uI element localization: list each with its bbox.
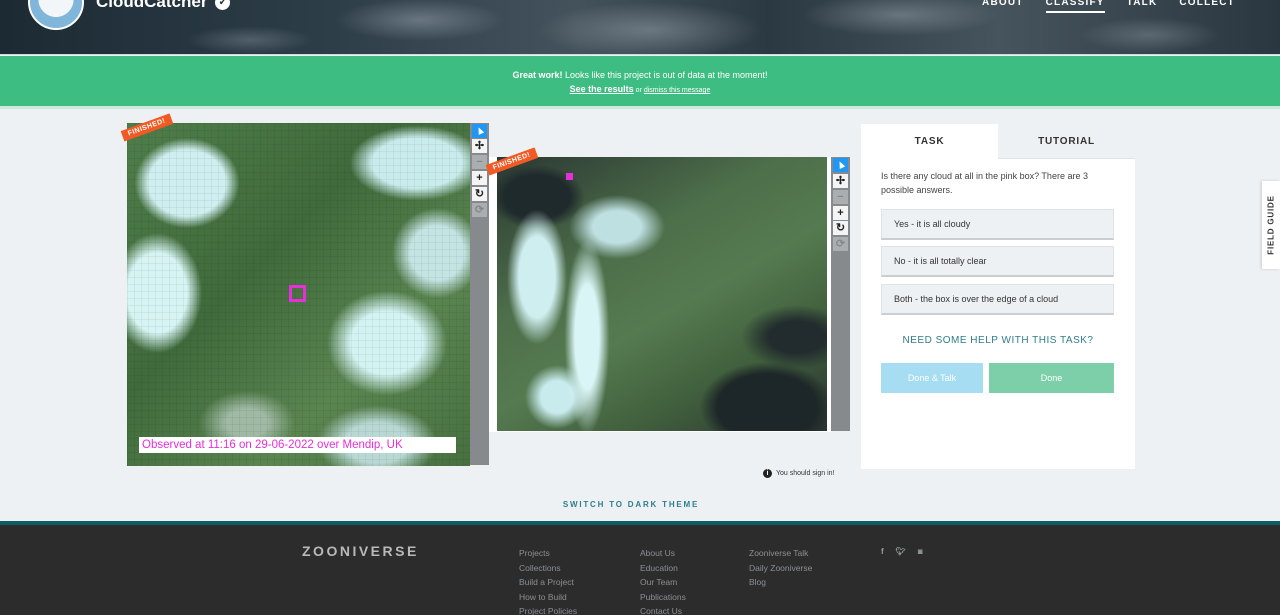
footer-column-about: About Us Education Our Team Publications…	[640, 546, 686, 615]
subject-image-wide[interactable]	[497, 157, 827, 431]
check-circle-icon: ✓	[215, 0, 231, 10]
footer-link[interactable]: Publications	[640, 590, 686, 605]
project-nav: ABOUT CLASSIFY TALK COLLECT	[982, 0, 1235, 13]
field-guide-tab[interactable]: FIELD GUIDE	[1262, 181, 1280, 269]
banner-divider	[0, 106, 1280, 109]
nav-classify[interactable]: CLASSIFY	[1045, 0, 1105, 13]
observation-caption: Observed at 11:16 on 29-06-2022 over Men…	[139, 437, 456, 453]
switch-theme-button[interactable]: SWITCH TO DARK THEME	[0, 500, 1262, 509]
footer-link[interactable]: Our Team	[640, 575, 686, 590]
twitter-icon[interactable]: 🐦︎	[896, 547, 906, 556]
move-icon[interactable]: ✢	[833, 174, 848, 188]
reset-icon[interactable]: ⟳	[833, 237, 848, 251]
subject-toolbar-2: ✢ − + ↻ ⟳	[831, 157, 850, 431]
answer-edge-of-cloud[interactable]: Both - the box is over the edge of a clo…	[881, 284, 1114, 315]
zoom-in-icon[interactable]: +	[833, 206, 848, 220]
out-of-data-banner: Great work! Looks like this project is o…	[0, 56, 1280, 106]
footer-link[interactable]: Contact Us	[640, 604, 686, 615]
nav-collect[interactable]: COLLECT	[1179, 0, 1235, 13]
pink-target-box	[289, 285, 306, 302]
switch-theme-label: SWITCH TO DARK THEME	[562, 500, 700, 509]
project-title[interactable]: CloudCatcher ✓	[96, 0, 231, 12]
nav-talk[interactable]: TALK	[1127, 0, 1158, 13]
info-icon: i	[763, 469, 772, 478]
rotate-icon[interactable]: ↻	[472, 187, 487, 201]
footer-link[interactable]: Build a Project	[519, 575, 577, 590]
footer-link[interactable]: Zooniverse Talk	[749, 546, 812, 561]
footer-link[interactable]: Daily Zooniverse	[749, 561, 812, 576]
task-help-link[interactable]: NEED SOME HELP WITH THIS TASK?	[861, 335, 1135, 346]
tab-tutorial[interactable]: TUTORIAL	[998, 124, 1135, 159]
done-and-talk-button[interactable]: Done & Talk	[881, 363, 983, 393]
reset-icon[interactable]: ⟳	[472, 203, 487, 217]
dismiss-message-link[interactable]: dismiss this message	[644, 87, 711, 94]
pointer-icon[interactable]	[472, 124, 487, 138]
subject-toolbar-1: ✢ − + ↻ ⟳	[470, 123, 489, 465]
footer-link[interactable]: About Us	[640, 546, 686, 561]
banner-text: Looks like this project is out of data a…	[562, 70, 768, 80]
facebook-icon[interactable]: f	[881, 547, 884, 556]
done-button[interactable]: Done	[989, 363, 1114, 393]
project-header: CloudCatcher ✓ ABOUT CLASSIFY TALK COLLE…	[0, 0, 1280, 55]
field-guide-label: FIELD GUIDE	[1266, 195, 1276, 255]
nav-about[interactable]: ABOUT	[982, 0, 1024, 13]
see-results-link[interactable]: See the results	[570, 84, 634, 94]
footer-link[interactable]: Education	[640, 561, 686, 576]
pointer-icon[interactable]	[833, 158, 848, 172]
task-tabs: TASK TUTORIAL	[861, 124, 1135, 159]
rotate-icon[interactable]: ↻	[833, 221, 848, 235]
zooniverse-logo[interactable]: ZOONIVERSE	[302, 543, 419, 559]
zoom-out-icon[interactable]: −	[472, 155, 487, 169]
footer-column-projects: Projects Collections Build a Project How…	[519, 546, 577, 615]
sign-in-text: You should sign in!	[776, 470, 835, 477]
zoom-out-icon[interactable]: −	[833, 190, 848, 204]
move-icon[interactable]: ✢	[472, 139, 487, 153]
task-question: Is there any cloud at all in the pink bo…	[881, 171, 1088, 195]
footer-link[interactable]: How to Build	[519, 590, 577, 605]
task-panel: TASK TUTORIAL Is there any cloud at all …	[861, 124, 1135, 469]
footer-link[interactable]: Projects	[519, 546, 577, 561]
banner-message: Great work! Looks like this project is o…	[0, 68, 1280, 82]
project-title-text: CloudCatcher	[96, 0, 208, 11]
social-links: f 🐦︎ ◙	[881, 547, 923, 556]
answer-all-clear[interactable]: No - it is all totally clear	[881, 246, 1114, 277]
banner-links: See the results or dismiss this message	[0, 82, 1280, 98]
zoom-in-icon[interactable]: +	[472, 171, 487, 185]
footer-link[interactable]: Blog	[749, 575, 812, 590]
site-footer: ZOONIVERSE Projects Collections Build a …	[0, 525, 1280, 615]
footer-link[interactable]: Collections	[519, 561, 577, 576]
footer-link[interactable]: Project Policies	[519, 604, 577, 615]
pink-target-marker	[566, 173, 573, 180]
tab-task[interactable]: TASK	[861, 124, 998, 159]
answer-all-cloudy[interactable]: Yes - it is all cloudy	[881, 209, 1114, 240]
sign-in-notice: i You should sign in!	[763, 469, 835, 478]
footer-column-talk: Zooniverse Talk Daily Zooniverse Blog	[749, 546, 812, 590]
banner-or-text: or	[633, 87, 644, 94]
instagram-icon[interactable]: ◙	[918, 547, 923, 556]
banner-bold-text: Great work!	[512, 70, 563, 80]
